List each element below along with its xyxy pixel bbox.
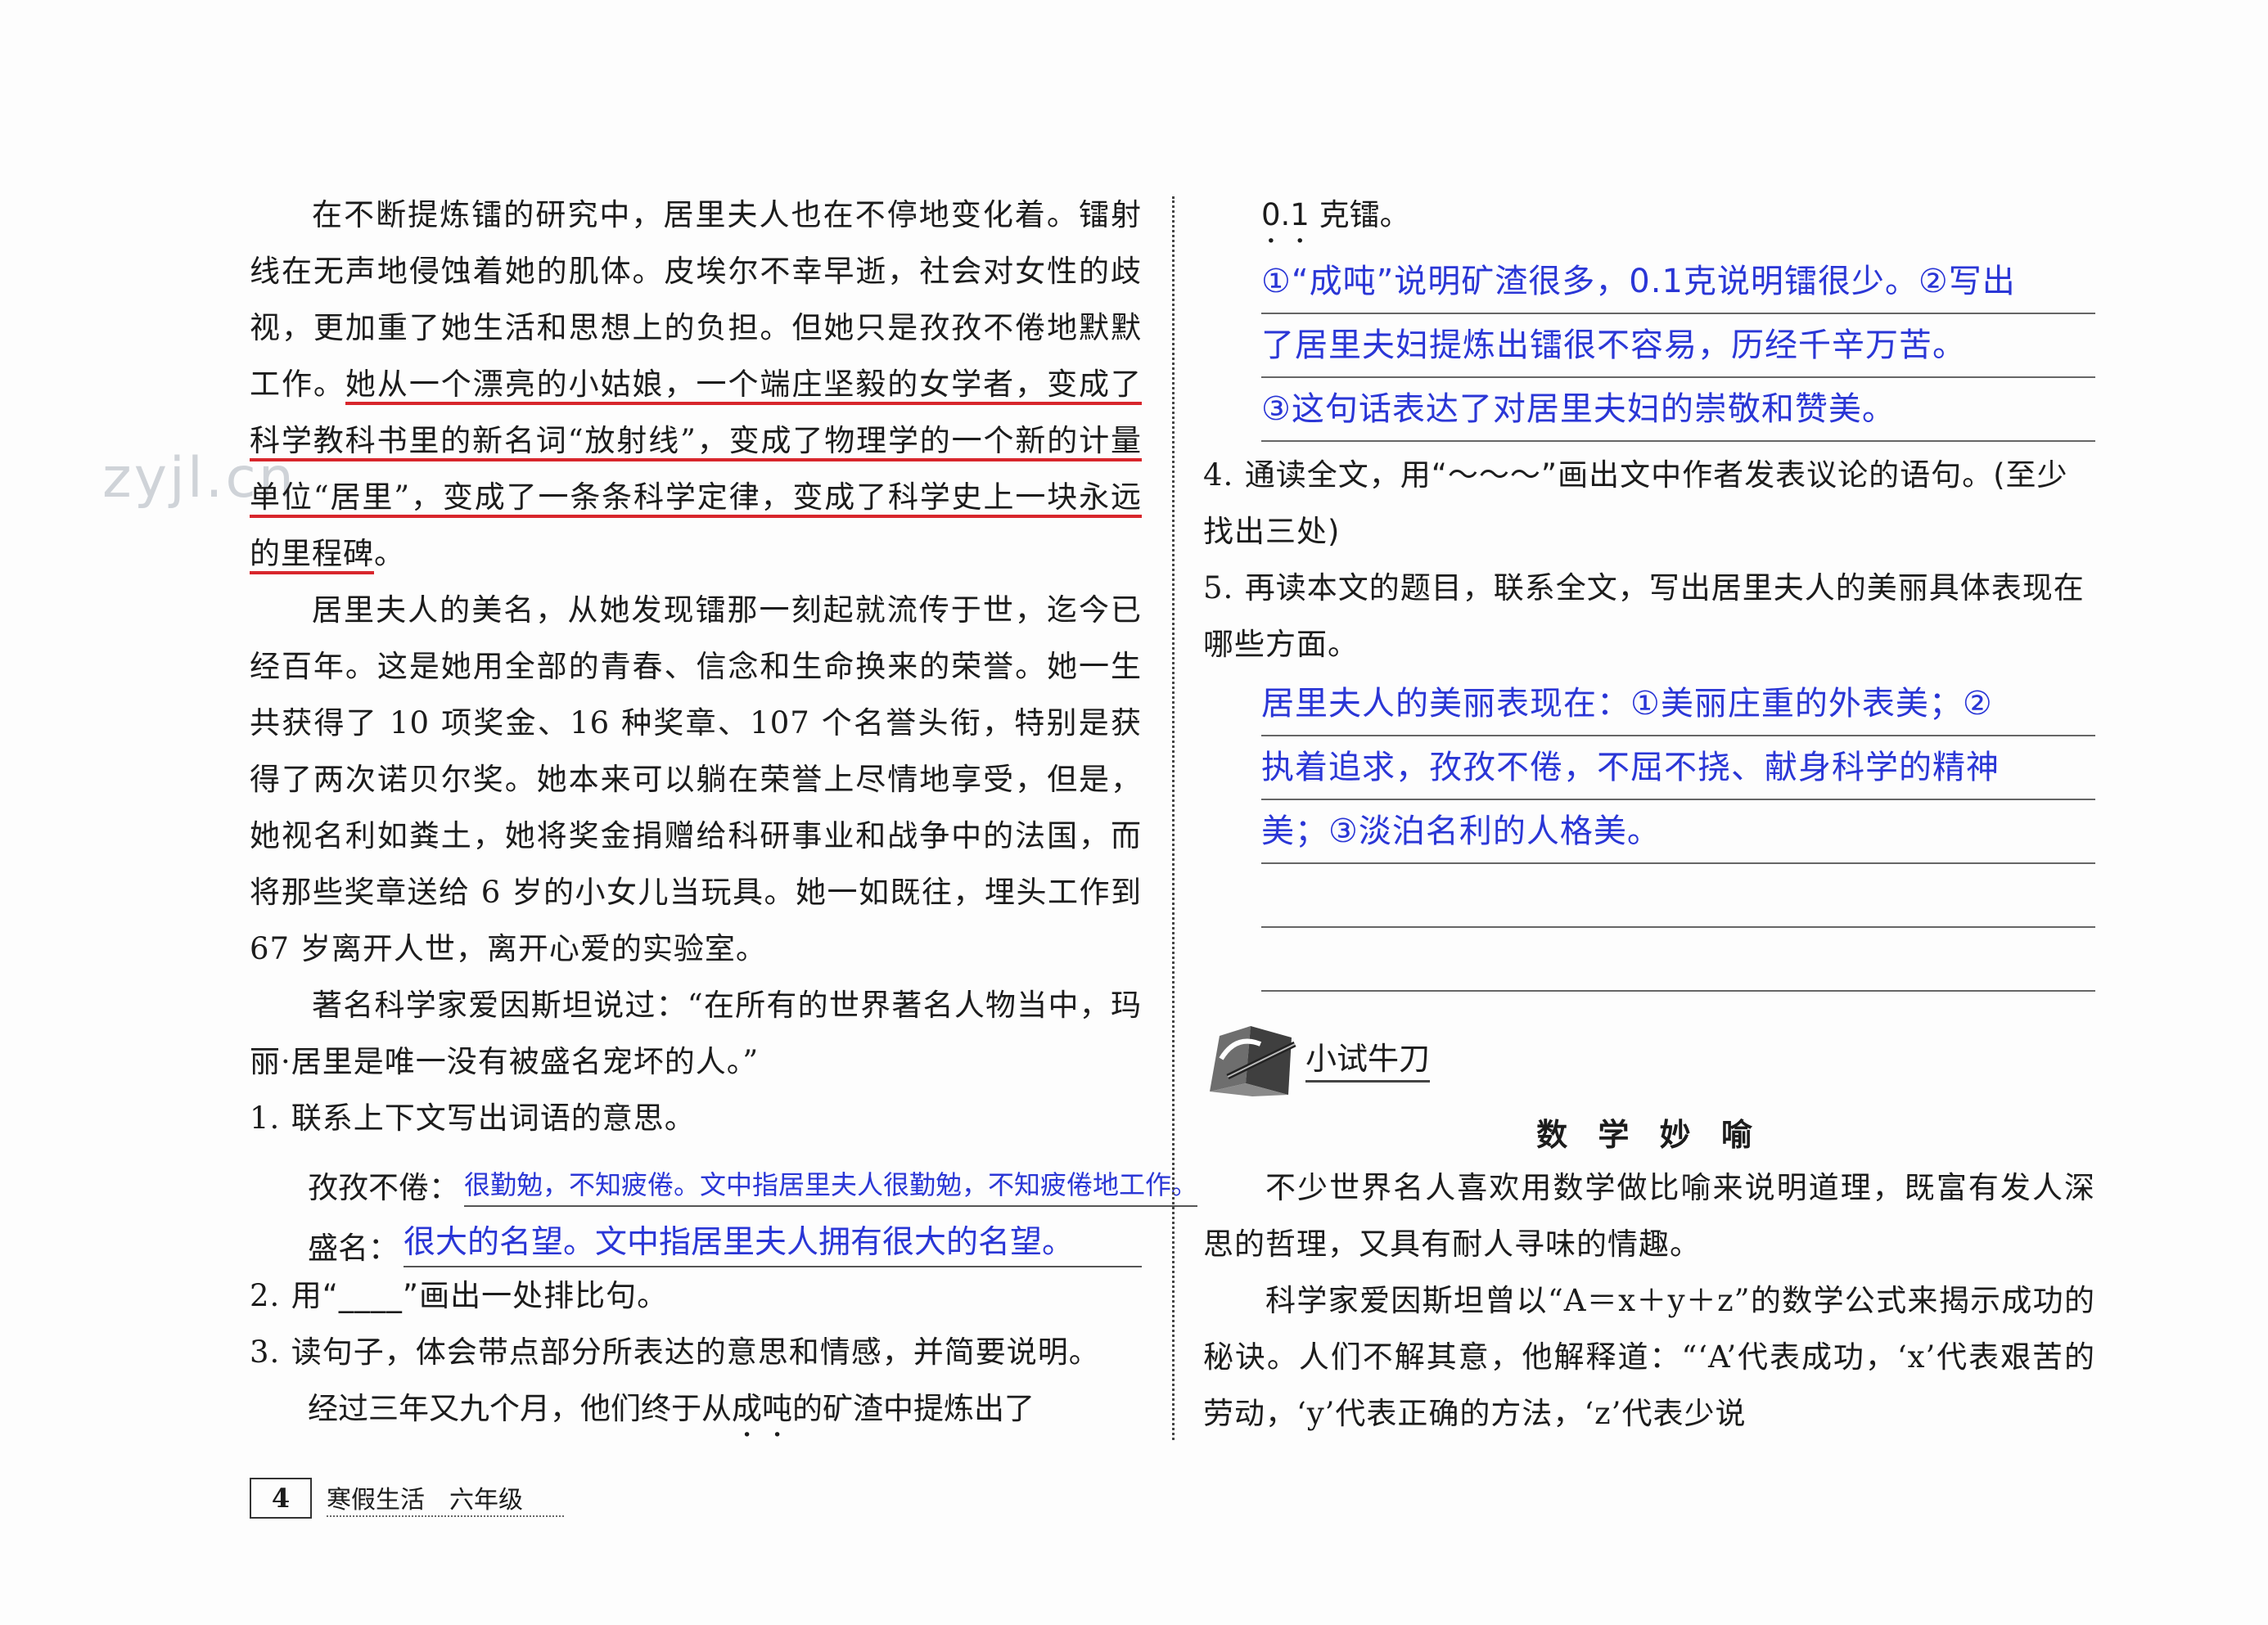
workbook-page: zyjl.cn 在不断提炼镭的研究中，居里夫人也在不停地变化着。镭射线在无声地侵… xyxy=(0,0,2268,1625)
blank-answer-line[interactable] xyxy=(1261,864,2095,928)
left-column: 在不断提炼镭的研究中，居里夫人也在不停地变化着。镭射线在无声地侵蚀着她的肌体。皮… xyxy=(250,187,1198,1444)
blank-answer-line[interactable] xyxy=(1261,928,2095,992)
section-header: 小试牛刀 xyxy=(1203,1013,2095,1103)
answer-row-shengming: 盛名： 很大的名望。文中指居里夫人拥有很大的名望。 xyxy=(250,1207,1142,1267)
right-column: 0.1 克镭。 ①“成吨”说明矿渣很多，0.1克说明镭很少。②写出 了居里夫妇提… xyxy=(1203,187,2095,1442)
story-title: 数 学 妙 喻 xyxy=(1536,1117,1762,1153)
page-footer: 4 寒假生活 六年级 xyxy=(250,1478,564,1519)
story-paragraph-1: 不少世界名人喜欢用数学做比喻来说明道理，既富有发人深思的哲理，又具有耐人寻味的情… xyxy=(1203,1170,2095,1262)
pen-on-book-icon xyxy=(1210,1025,1296,1096)
question-4: 4. 通读全文，用“～～～”画出文中作者发表议论的语句。(至少找出三处) xyxy=(1203,457,2068,549)
question-1: 1. 联系上下文写出词语的意思。 xyxy=(250,1101,696,1136)
question-3-sentence: 经过三年又九个月，他们终于从成吨的矿渣中提炼出了 xyxy=(308,1391,1035,1426)
story-paragraph-2: 科学家爱因斯坦曾以“A＝x＋y＋z”的数学公式来揭示成功的秘诀。人们不解其意，他… xyxy=(1203,1283,2095,1431)
paragraph-3: 著名科学家爱因斯坦说过：“在所有的世界著名人物当中，玛丽·居里是唯一没有被盛名宠… xyxy=(250,988,1142,1079)
answer-5[interactable]: 居里夫人的美丽表现在：①美丽庄重的外表美；② 执着追求，孜孜不倦，不屈不挠、献身… xyxy=(1261,673,2095,992)
answer-row-zizibujuan: 孜孜不倦： 很勤勉，不知疲倦。文中指居里夫人很勤勉，不知疲倦地工作。 xyxy=(250,1146,1198,1207)
paragraph-2: 居里夫人的美名，从她发现镭那一刻起就流传于世，迄今已经百年。这是她用全部的青春、… xyxy=(250,592,1142,966)
dotted-word: 成吨 xyxy=(732,1391,792,1426)
question-3: 3. 读句子，体会带点部分所表达的意思和情感，并简要说明。 xyxy=(250,1335,1100,1370)
answer-3[interactable]: ①“成吨”说明矿渣很多，0.1克说明镭很少。②写出 了居里夫妇提炼出镭很不容易，… xyxy=(1261,250,2095,442)
answer-zizibujuan[interactable]: 很勤勉，不知疲倦。文中指居里夫人很勤勉，不知疲倦地工作。 xyxy=(464,1164,1198,1207)
answer-shengming[interactable]: 很大的名望。文中指居里夫人拥有很大的名望。 xyxy=(404,1217,1142,1267)
question-2: 2. 用“____”画出一处排比句。 xyxy=(250,1278,669,1313)
column-divider xyxy=(1172,196,1175,1440)
page-number: 4 xyxy=(250,1478,312,1519)
question-5: 5. 再读本文的题目，联系全文，写出居里夫人的美丽具体表现在哪些方面。 xyxy=(1203,570,2085,662)
paragraph-1: 在不断提炼镭的研究中，居里夫人也在不停地变化着。镭射线在无声地侵蚀着她的肌体。皮… xyxy=(250,187,1143,582)
question-3-sentence-cont: 0.1 克镭。 xyxy=(1261,197,1410,232)
book-title: 寒假生活 六年级 xyxy=(327,1479,564,1517)
section-title: 小试牛刀 xyxy=(1305,1033,1431,1083)
